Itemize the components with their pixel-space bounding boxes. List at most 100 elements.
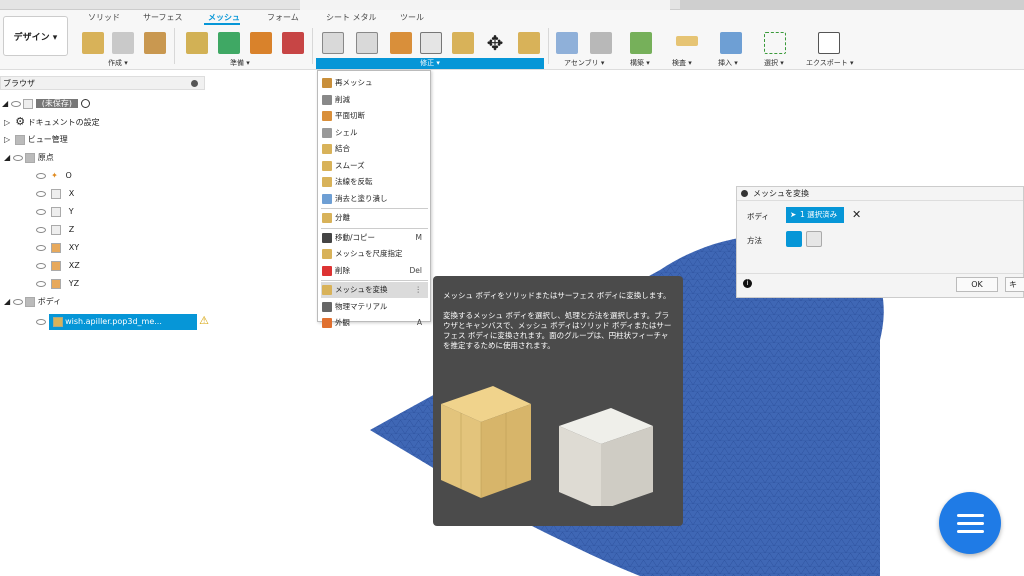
origin-plane-xz[interactable]: XZ: [36, 258, 80, 274]
menu-item-scale-mesh[interactable]: メッシュを尺度指定: [321, 246, 428, 262]
shortcut-label: Del: [409, 265, 422, 275]
menu-item-label: 法線を反転: [335, 177, 373, 186]
modify-dropdown-menu: 再メッシュ 削減 平面切断シェル結合 スムーズ法線を反転消去と塗り潰し 分離移動/コピー…: [317, 70, 431, 328]
origin-axis-y[interactable]: Y: [36, 204, 74, 220]
convert-mesh-dialog: メッシュを変換 ボディ ➤1 選択済み ✕ 方法 i OK キャ: [736, 186, 1024, 298]
menu-item-shell[interactable]: シェル: [321, 125, 428, 141]
menu-item-plane-cut[interactable]: 平面切断: [321, 108, 428, 124]
item-label: Y: [68, 207, 74, 216]
menu-item-reduce[interactable]: 削減: [321, 92, 428, 108]
reduce-icon: [322, 94, 332, 105]
eye-icon[interactable]: [36, 318, 46, 325]
menu-item-label: メッシュを変換: [335, 285, 388, 294]
physical-material-icon: [322, 301, 332, 312]
menu-item-remesh[interactable]: 再メッシュ: [321, 75, 428, 91]
browser-item-view-mgmt[interactable]: ▷ ビュー管理: [4, 132, 68, 148]
shell-icon: [322, 127, 332, 138]
eye-icon[interactable]: [36, 190, 46, 197]
eye-icon[interactable]: [12, 298, 23, 305]
origin-plane-xy[interactable]: XY: [36, 240, 79, 256]
appearance-icon: [322, 318, 332, 328]
browser-item-doc-settings[interactable]: ▷ ⚙ ドキュメントの設定: [4, 114, 100, 130]
hamburger-icon-line: [957, 522, 984, 525]
hamburger-icon-line: [957, 530, 984, 533]
scale-mesh-icon: [322, 249, 332, 259]
method-prismatic-icon[interactable]: [806, 231, 822, 247]
eye-icon[interactable]: [36, 226, 46, 233]
item-label: Z: [68, 225, 75, 234]
eye-icon[interactable]: [36, 208, 46, 215]
dialog-header: メッシュを変換: [737, 187, 1023, 201]
menu-fab-button[interactable]: [939, 492, 1001, 554]
origin-point-o[interactable]: ✦ O: [36, 168, 72, 184]
browser-item-origin[interactable]: ◢ 原点: [4, 150, 54, 166]
menu-item-separate[interactable]: 分離: [321, 210, 428, 226]
delete-icon: [322, 265, 332, 276]
menu-divider: [321, 227, 428, 229]
shortcut-label: A: [416, 318, 422, 327]
item-label: ドキュメントの設定: [27, 118, 100, 127]
menu-item-convert-mesh[interactable]: メッシュを変換 ⋮: [321, 282, 428, 298]
ok-button[interactable]: OK: [956, 277, 998, 292]
plane-icon: [51, 242, 62, 253]
origin-point-icon: ✦: [51, 171, 58, 180]
warning-icon[interactable]: ⚠: [199, 314, 209, 327]
eye-icon[interactable]: [12, 154, 23, 161]
solid-block-image: [559, 408, 653, 506]
item-label: ボディ: [37, 297, 62, 306]
menu-item-smooth[interactable]: スムーズ: [321, 158, 428, 174]
cursor-arrow-icon: ➤: [790, 210, 797, 219]
origin-plane-yz[interactable]: YZ: [36, 276, 79, 292]
smooth-icon: [322, 160, 332, 171]
eye-icon[interactable]: [36, 172, 46, 179]
menu-item-erase-and-fill[interactable]: 消去と塗り潰し: [321, 191, 428, 207]
menu-item-delete[interactable]: 削除 Del: [321, 263, 428, 279]
plane-icon: [51, 278, 62, 289]
eye-icon[interactable]: [36, 262, 46, 269]
browser-title: ブラウザ: [3, 79, 35, 88]
menu-item-label: 物理マテリアル: [335, 301, 388, 311]
eye-icon[interactable]: [36, 280, 46, 287]
axis-icon: [51, 224, 62, 235]
root-label: (未保存): [35, 99, 79, 108]
browser-panel: ブラウザ ◢ (未保存) ▷ ⚙ ドキュメントの設定 ▷ ビュー管理 ◢ 原点 …: [0, 76, 209, 336]
mesh-body-selected[interactable]: wish.apiller.pop3d_me...: [48, 314, 197, 330]
menu-item-physical-material[interactable]: 物理マテリアル: [321, 299, 428, 315]
selection-count: 1 選択済み: [800, 210, 838, 219]
menu-item-combine[interactable]: 結合: [321, 141, 428, 157]
info-icon[interactable]: i: [743, 279, 752, 288]
axis-icon: [51, 206, 62, 217]
mesh-body-icon: [52, 316, 63, 327]
cancel-button[interactable]: キャ: [1005, 277, 1024, 292]
tooltip-title: メッシュ ボディをソリッドまたはサーフェス ボディに変換します。: [443, 291, 671, 300]
menu-item-label: シェル: [335, 127, 358, 137]
separate-icon: [322, 213, 332, 223]
origin-axis-x[interactable]: X: [36, 186, 74, 202]
menu-item-move-copy[interactable]: 移動/コピー M: [321, 230, 428, 246]
tooltip-body: 変換するメッシュ ボディを選択し、処理と方法を選択します。ブラウザとキャンバスで…: [443, 311, 672, 350]
menu-item-reverse-normal[interactable]: 法線を反転: [321, 174, 428, 190]
menu-item-appearance[interactable]: 外観 A: [321, 315, 428, 331]
clear-selection-icon[interactable]: ✕: [852, 208, 861, 221]
eye-icon[interactable]: [10, 100, 21, 107]
more-options-icon[interactable]: ⋮: [415, 282, 423, 298]
origin-axis-z[interactable]: Z: [36, 222, 74, 238]
collapse-icon[interactable]: [191, 80, 198, 87]
mesh-body-item[interactable]: wish.apiller.pop3d_me... ⚠: [36, 313, 209, 330]
body-label: ボディ: [747, 212, 769, 221]
eye-icon[interactable]: [36, 244, 46, 251]
item-label: YZ: [68, 279, 80, 288]
plane-cut-icon: [322, 111, 332, 121]
menu-divider: [321, 280, 428, 281]
method-faceted-icon[interactable]: [786, 231, 802, 247]
folder-icon: [25, 296, 36, 307]
menu-divider: [321, 208, 428, 209]
browser-root[interactable]: ◢ (未保存): [2, 96, 90, 112]
browser-item-bodies[interactable]: ◢ ボディ: [4, 294, 61, 310]
browser-header: ブラウザ: [0, 76, 205, 90]
hamburger-icon: [957, 514, 984, 517]
body-selection-button[interactable]: ➤ 1 選択済み: [786, 207, 844, 223]
active-radio-icon[interactable]: [80, 99, 90, 108]
collapse-dialog-icon[interactable]: [741, 190, 748, 197]
item-label: wish.apiller.pop3d_me...: [65, 317, 162, 326]
